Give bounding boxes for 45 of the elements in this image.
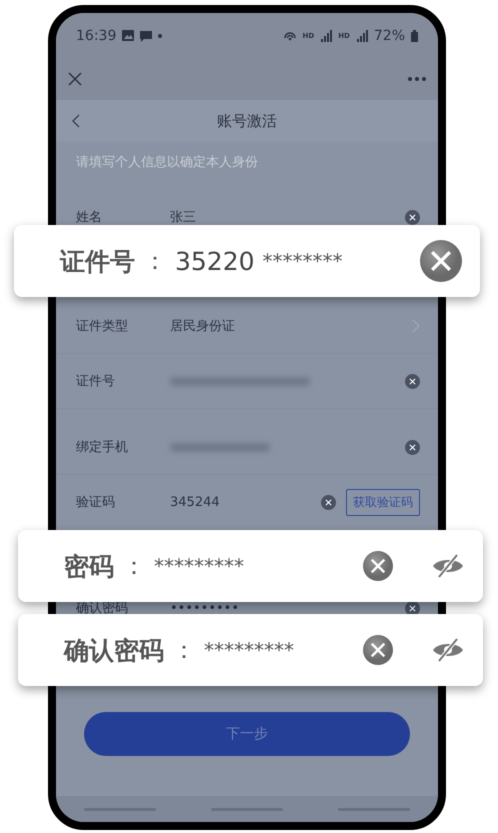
field-value: 居民身份证	[170, 318, 236, 335]
field-label: 验证码	[76, 494, 116, 511]
more-icon[interactable]	[408, 77, 426, 81]
field-label: 姓名	[76, 209, 103, 226]
clear-icon[interactable]	[405, 210, 420, 224]
battery-icon	[411, 30, 418, 42]
clear-icon[interactable]	[363, 635, 393, 665]
battery-percent: 72%	[374, 28, 405, 44]
masked-value: *********	[204, 638, 295, 662]
hint-text: 请填写个人信息以确定本人身份	[75, 154, 259, 172]
colon: ：	[172, 635, 196, 666]
clear-icon[interactable]	[420, 240, 462, 282]
callout-label: 证件号	[60, 246, 135, 278]
eye-off-icon[interactable]	[431, 552, 465, 580]
callout-label: 密码	[64, 550, 114, 582]
masked-value: *********	[154, 554, 245, 578]
image-icon	[122, 30, 134, 41]
message-icon	[140, 30, 152, 42]
field-value[interactable]: •••••••••	[170, 600, 405, 616]
field-value[interactable]: 张三	[170, 208, 405, 226]
form-row[interactable]: 证件类型 居民身份证	[56, 299, 438, 354]
get-code-button[interactable]: 获取验证码	[346, 488, 420, 516]
callout-label: 确认密码	[64, 634, 164, 666]
signal-icon	[356, 30, 368, 42]
close-icon[interactable]	[68, 72, 82, 86]
clear-icon[interactable]	[405, 374, 420, 388]
clear-icon[interactable]	[321, 494, 336, 510]
colon: ：	[143, 246, 167, 277]
page-title: 账号激活	[217, 112, 277, 130]
clear-icon[interactable]	[363, 551, 393, 581]
dot-icon	[158, 34, 162, 38]
colon: ：	[122, 551, 146, 582]
clear-icon[interactable]	[405, 440, 420, 454]
masked-value: ********	[262, 249, 344, 273]
field-label: 证件类型	[76, 318, 129, 335]
field-label: 确认密码	[76, 600, 129, 617]
field-value[interactable]: 345244	[170, 494, 321, 510]
field-label: 证件号	[76, 373, 116, 390]
signal-icon	[320, 30, 332, 42]
next-button[interactable]: 下一步	[84, 712, 410, 756]
callout-value: 35220	[175, 246, 255, 276]
status-time: 16:39	[76, 28, 116, 44]
eye-off-icon[interactable]	[431, 636, 465, 664]
field-label: 绑定手机	[76, 439, 129, 456]
back-icon[interactable]	[72, 114, 80, 128]
